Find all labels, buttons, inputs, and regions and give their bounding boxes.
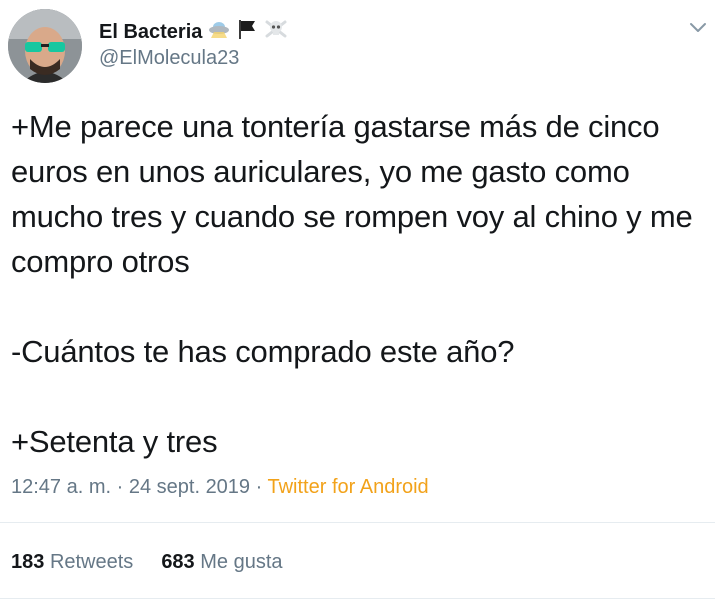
divider [0,522,715,523]
likes-stat[interactable]: 683 Me gusta [161,551,282,574]
tweet-paragraph: +Me parece una tontería gastarse más de … [11,109,693,279]
tweet-date[interactable]: 24 sept. 2019 [129,476,250,498]
ufo-emoji-icon [208,19,230,45]
meta-separator: · [250,476,268,498]
display-name-text: El Bacteria [99,20,203,43]
tweet-card: El Bacteria @ElMolecula23 +Me parece una… [0,0,715,607]
meta-separator: · [111,476,129,498]
tweet-stats: 183 Retweets 683 Me gusta [11,551,283,574]
divider [0,598,715,599]
skull-crossbones-icon [264,18,288,46]
likes-label: Me gusta [200,551,283,573]
avatar[interactable] [8,9,82,83]
retweets-count: 183 [11,551,45,573]
tweet-time[interactable]: 12:47 a. m. [11,476,111,498]
black-flag-icon [236,18,258,46]
likes-count: 683 [161,551,195,573]
retweets-label: Retweets [49,551,134,573]
chevron-down-icon[interactable] [687,18,709,38]
tweet-text: +Me parece una tontería gastarse más de … [11,104,701,464]
tweet-paragraph: -Cuántos te has comprado este año? [11,334,515,369]
tweet-source-link[interactable]: Twitter for Android [267,476,428,498]
tweet-paragraph: +Setenta y tres [11,424,218,459]
tweet-meta: 12:47 a. m. · 24 sept. 2019 · Twitter fo… [11,476,429,499]
author-handle[interactable]: @ElMolecula23 [99,47,239,70]
display-name[interactable]: El Bacteria [99,18,288,46]
retweets-stat[interactable]: 183 Retweets [11,551,133,574]
